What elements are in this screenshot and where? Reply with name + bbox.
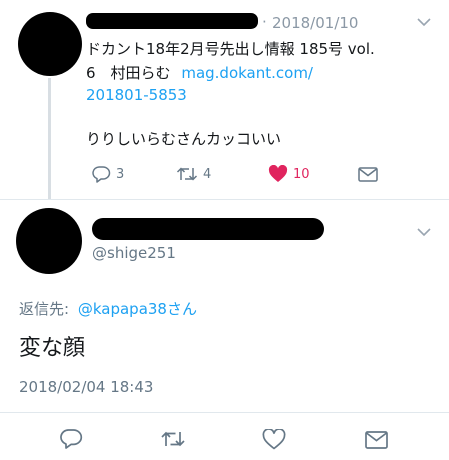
- retweet-icon: [176, 166, 198, 182]
- reply-button[interactable]: 3: [91, 165, 124, 183]
- chevron-down-icon[interactable]: [417, 228, 431, 237]
- tweet-text-line1: ドカント18年2月号先出し情報 185号 vol.: [86, 40, 375, 58]
- chevron-down-icon[interactable]: [417, 18, 431, 27]
- reply-button[interactable]: [59, 428, 83, 449]
- message-button[interactable]: [358, 167, 378, 182]
- tweet-text-line3: りりしいらむさんカッコいい: [86, 130, 282, 148]
- redacted-name: [86, 13, 258, 29]
- retweet-icon: [160, 430, 186, 448]
- mail-icon: [358, 167, 378, 182]
- tweet-text-line2: 6 村田らむ mag.dokant.com/: [86, 62, 313, 83]
- reply-icon: [59, 428, 83, 449]
- reply-count: 3: [116, 166, 125, 182]
- reply-icon: [91, 165, 111, 183]
- avatar[interactable]: [16, 208, 82, 274]
- redacted-name: [92, 218, 324, 240]
- like-count: 10: [293, 166, 310, 182]
- mail-icon: [365, 431, 388, 449]
- heart-icon: [262, 429, 286, 450]
- dot-separator: ·: [262, 13, 267, 31]
- tweet-timestamp[interactable]: 2018/02/04 18:43: [19, 378, 153, 396]
- like-button[interactable]: 10: [268, 165, 310, 183]
- like-button[interactable]: [262, 429, 286, 450]
- thread-line: [48, 78, 51, 200]
- retweet-button[interactable]: [160, 430, 186, 448]
- user-handle[interactable]: @shige251: [92, 244, 176, 262]
- tweet-text: 変な顔: [19, 336, 86, 361]
- tweet-link-continued[interactable]: 201801-5853: [86, 86, 187, 104]
- divider: [0, 199, 449, 200]
- reply-to-user[interactable]: @kapapa38さん: [78, 300, 197, 318]
- divider: [0, 412, 449, 413]
- message-button[interactable]: [365, 431, 388, 449]
- reply-to-line: 返信先: @kapapa38さん: [19, 298, 197, 319]
- reply-to-label: 返信先:: [19, 300, 70, 318]
- retweet-button[interactable]: 4: [176, 166, 211, 182]
- tweet-link[interactable]: mag.dokant.com/: [181, 64, 313, 82]
- retweet-count: 4: [203, 166, 212, 182]
- tweet-text-plain: 6 村田らむ: [86, 64, 171, 82]
- tweet-timestamp[interactable]: 2018/01/10: [272, 14, 358, 32]
- heart-filled-icon: [268, 165, 288, 183]
- avatar[interactable]: [18, 12, 82, 76]
